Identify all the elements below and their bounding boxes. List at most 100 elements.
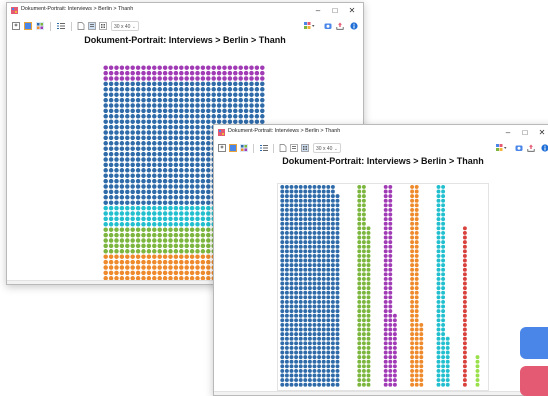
export-icon[interactable] xyxy=(336,22,344,30)
portrait-dot xyxy=(141,222,146,227)
maximize-button[interactable]: □ xyxy=(520,128,530,138)
code-dot xyxy=(317,212,322,217)
portrait-dot xyxy=(249,65,254,70)
code-dot xyxy=(289,276,294,281)
code-dot xyxy=(317,281,322,286)
code-dot xyxy=(321,341,326,346)
grid-size-select[interactable]: 30 x 40 ⌄ xyxy=(111,21,139,31)
portrait-dot xyxy=(108,259,114,265)
code-dot xyxy=(326,378,331,383)
code-dot xyxy=(303,313,308,318)
portrait-dot xyxy=(119,157,125,162)
color-palette-icon[interactable] xyxy=(496,144,507,152)
page-lines-icon[interactable] xyxy=(88,22,96,30)
code-dot xyxy=(366,276,371,281)
minimize-button[interactable]: – xyxy=(503,128,513,138)
code-dot xyxy=(294,226,299,231)
code-dot xyxy=(414,203,419,208)
portrait-dot xyxy=(119,87,125,92)
title-bar[interactable]: Dokument-Portrait: Interviews > Berlin >… xyxy=(7,3,363,20)
grid-view-icon[interactable] xyxy=(240,144,248,152)
info-icon[interactable] xyxy=(541,144,548,152)
portrait-dot xyxy=(243,81,249,87)
portrait-dot xyxy=(130,178,135,184)
code-dot xyxy=(361,267,366,272)
code-dot xyxy=(410,364,415,369)
code-dot xyxy=(357,313,362,318)
code-dot xyxy=(280,207,285,212)
code-dot xyxy=(436,226,441,231)
portrait-dot xyxy=(249,114,254,119)
minimize-button[interactable]: – xyxy=(313,6,323,16)
code-dot xyxy=(462,327,467,332)
code-dot xyxy=(414,304,419,309)
code-dot xyxy=(441,327,446,332)
code-dot xyxy=(441,378,446,383)
portrait-dot xyxy=(135,265,141,270)
portrait-dot xyxy=(195,130,200,135)
portrait-dot xyxy=(141,189,146,195)
grid-size-value: 30 x 40 xyxy=(114,24,131,30)
code-dot xyxy=(410,350,415,355)
image-icon[interactable] xyxy=(229,144,237,152)
code-dot xyxy=(312,240,317,245)
info-icon[interactable] xyxy=(350,22,358,30)
code-dot xyxy=(289,382,294,387)
portrait-dot xyxy=(200,151,206,157)
portrait-dot xyxy=(103,119,108,124)
portrait-dot xyxy=(179,114,184,119)
code-dot xyxy=(361,226,366,231)
code-dot xyxy=(436,272,441,277)
title-bar[interactable]: Dokument-Portrait: Interviews > Berlin >… xyxy=(214,125,548,142)
close-button[interactable]: ✕ xyxy=(537,128,547,138)
export-icon[interactable] xyxy=(527,144,535,152)
portrait-icon[interactable] xyxy=(12,22,20,30)
code-dot xyxy=(366,318,371,323)
portrait-dot xyxy=(152,87,157,92)
close-button[interactable]: ✕ xyxy=(347,6,357,16)
page-lines-icon[interactable] xyxy=(290,144,298,152)
portrait-dot xyxy=(189,157,195,162)
code-dot xyxy=(330,318,335,323)
code-dot xyxy=(307,189,312,194)
list-icon[interactable] xyxy=(57,22,65,30)
portrait-dot xyxy=(233,65,238,70)
code-dot xyxy=(361,194,366,199)
list-icon[interactable] xyxy=(260,144,268,152)
code-dot xyxy=(410,341,415,346)
camera-icon[interactable] xyxy=(324,22,332,30)
code-dot xyxy=(436,350,441,355)
code-dot xyxy=(388,240,393,245)
code-dot xyxy=(366,240,371,245)
page-icon[interactable] xyxy=(77,22,85,30)
code-dot xyxy=(280,327,285,332)
color-palette-icon[interactable] xyxy=(304,22,315,30)
code-dot xyxy=(462,295,467,300)
page-icon[interactable] xyxy=(279,144,287,152)
code-dot xyxy=(307,327,312,332)
portrait-dot xyxy=(103,270,108,276)
portrait-dot xyxy=(141,124,146,130)
portrait-dot xyxy=(211,87,216,92)
portrait-dot xyxy=(135,254,141,259)
portrait-icon[interactable] xyxy=(218,144,226,152)
portrait-dot xyxy=(157,259,162,265)
code-dot xyxy=(414,355,419,360)
page-grid-icon[interactable] xyxy=(99,22,107,30)
code-dot xyxy=(357,207,362,212)
portrait-dot xyxy=(114,65,119,70)
page-grid-icon[interactable] xyxy=(301,144,309,152)
image-icon[interactable] xyxy=(24,22,32,30)
grid-size-select[interactable]: 30 x 40 ⌄ xyxy=(313,143,341,153)
code-dot xyxy=(298,378,303,383)
portrait-dot xyxy=(114,249,119,254)
portrait-dot xyxy=(243,76,249,81)
portrait-dot xyxy=(130,146,135,151)
maximize-button[interactable]: □ xyxy=(330,6,340,16)
code-dot xyxy=(321,198,326,203)
portrait-dot xyxy=(141,65,146,70)
portrait-dot xyxy=(114,135,119,141)
code-dot xyxy=(361,184,366,189)
grid-view-icon[interactable] xyxy=(36,22,44,30)
camera-icon[interactable] xyxy=(515,144,523,152)
